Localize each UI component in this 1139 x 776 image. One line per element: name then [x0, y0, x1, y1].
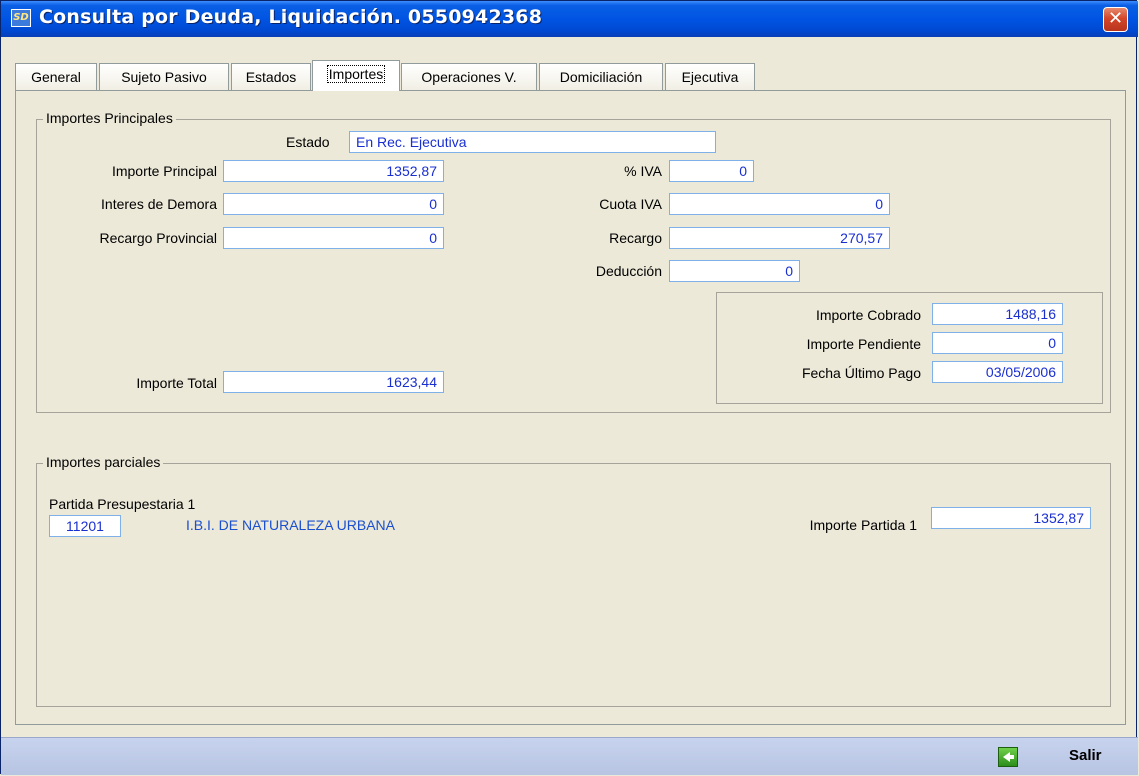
estado-label: Estado — [286, 134, 330, 150]
tab-label: Estados — [245, 69, 297, 85]
tab-estados[interactable]: Estados — [231, 63, 311, 90]
importe-principal-field[interactable]: 1352,87 — [223, 160, 444, 182]
fecha-ultimo-pago-field[interactable]: 03/05/2006 — [932, 361, 1063, 383]
tab-general[interactable]: General — [15, 63, 97, 90]
recargo-provincial-field[interactable]: 0 — [223, 227, 444, 249]
window-title: Consulta por Deuda, Liquidación. 0550942… — [39, 6, 543, 28]
importe-partida-field[interactable]: 1352,87 — [931, 507, 1091, 529]
tab-label: Importes — [326, 65, 386, 83]
tab-label: Ejecutiva — [681, 69, 739, 85]
importe-principal-label: Importe Principal — [111, 163, 217, 179]
tab-sujeto-pasivo[interactable]: Sujeto Pasivo — [99, 63, 229, 90]
importe-partida-label: Importe Partida 1 — [809, 517, 917, 533]
importe-total-label: Importe Total — [136, 375, 217, 391]
importe-cobrado-field[interactable]: 1488,16 — [932, 303, 1063, 325]
exit-button[interactable]: Salir — [1069, 747, 1102, 764]
tab-ejecutiva[interactable]: Ejecutiva — [665, 63, 755, 90]
bottom-toolbar: Salir — [1, 737, 1138, 775]
tab-label: Operaciones V. — [421, 69, 517, 85]
tab-domiciliacion[interactable]: Domiciliación — [539, 63, 663, 90]
tab-panel-importes: Importes Principales Estado En Rec. Ejec… — [15, 90, 1126, 725]
estado-field[interactable]: En Rec. Ejecutiva — [349, 131, 716, 153]
pct-iva-label: % IVA — [624, 163, 662, 179]
group-title: Importes Principales — [43, 110, 176, 126]
title-bar[interactable]: SD Consulta por Deuda, Liquidación. 0550… — [1, 1, 1138, 37]
importe-total-field[interactable]: 1623,44 — [223, 371, 444, 393]
partida-code-field[interactable]: 11201 — [49, 515, 121, 537]
cuota-iva-label: Cuota IVA — [599, 196, 662, 212]
group-importes-principales: Importes Principales Estado En Rec. Ejec… — [36, 110, 1111, 413]
importe-pendiente-field[interactable]: 0 — [932, 332, 1063, 354]
deduccion-label: Deducción — [595, 263, 662, 279]
tab-operaciones-v[interactable]: Operaciones V. — [401, 63, 537, 90]
fecha-ultimo-pago-label: Fecha Último Pago — [801, 365, 921, 381]
deduccion-field[interactable]: 0 — [669, 260, 800, 282]
recargo-label: Recargo — [609, 230, 662, 246]
partida-label: Partida Presupestaria 1 — [49, 496, 196, 512]
tab-importes[interactable]: Importes — [312, 60, 400, 91]
tab-label: General — [31, 69, 81, 85]
main-window: SD Consulta por Deuda, Liquidación. 0550… — [0, 0, 1138, 775]
close-button[interactable]: ✕ — [1103, 7, 1128, 32]
group-importes-parciales: Importes parciales Partida Presupestaria… — [36, 454, 1111, 707]
partida-description: I.B.I. DE NATURALEZA URBANA — [186, 517, 396, 533]
interes-demora-label: Interes de Demora — [101, 196, 217, 212]
app-icon: SD — [11, 9, 31, 27]
recargo-provincial-label: Recargo Provincial — [99, 230, 218, 246]
group-cobros: Importe Cobrado 1488,16 Importe Pendient… — [716, 292, 1103, 404]
importe-cobrado-label: Importe Cobrado — [815, 307, 921, 323]
tab-label: Domiciliación — [559, 69, 643, 85]
pct-iva-field[interactable]: 0 — [669, 160, 754, 182]
group-title: Importes parciales — [43, 454, 164, 470]
cuota-iva-field[interactable]: 0 — [669, 193, 890, 215]
recargo-field[interactable]: 270,57 — [669, 227, 890, 249]
interes-demora-field[interactable]: 0 — [223, 193, 444, 215]
importe-pendiente-label: Importe Pendiente — [806, 336, 921, 352]
exit-arrow-icon[interactable] — [998, 747, 1018, 767]
tab-label: Sujeto Pasivo — [121, 69, 207, 85]
